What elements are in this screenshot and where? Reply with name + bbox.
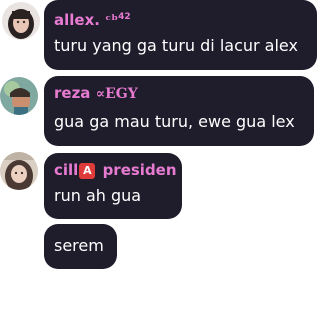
username[interactable]: allex. ᶜᵇ42 xyxy=(54,7,131,31)
chat-thread: allex. ᶜᵇ42 turu yang ga turu di lacur a… xyxy=(0,0,317,320)
message-text: gua ga mau turu, ewe gua lex xyxy=(54,112,295,131)
username-text: presiden xyxy=(102,161,177,179)
username-decoration: ᶜᵇ xyxy=(105,13,119,29)
message-bubble: cill A presiden run ah gua xyxy=(44,153,182,219)
username[interactable]: cill A presiden xyxy=(54,160,177,180)
username-decoration: ∝E𝐆Y xyxy=(95,86,138,102)
avatar-photo xyxy=(2,2,40,40)
message-bubble: allex. ᶜᵇ42 turu yang ga turu di lacur a… xyxy=(44,0,317,70)
badge-icon: A xyxy=(79,163,96,179)
username-text: allex. xyxy=(54,11,100,29)
username[interactable]: reza ∝E𝐆Y xyxy=(54,83,138,104)
message-text: run ah gua xyxy=(54,186,142,205)
message-bubble: reza ∝E𝐆Y gua ga mau turu, ewe gua lex xyxy=(44,76,314,146)
username-text: reza xyxy=(54,84,91,102)
avatar[interactable] xyxy=(0,77,38,115)
message-text: serem xyxy=(54,236,104,255)
username-prefix: cill xyxy=(54,161,79,179)
message-text: turu yang ga turu di lacur alex xyxy=(54,36,298,55)
avatar-photo xyxy=(0,152,38,190)
username-superscript: 42 xyxy=(118,12,131,22)
message-bubble: serem xyxy=(44,224,117,269)
avatar-photo xyxy=(0,77,38,115)
avatar[interactable] xyxy=(0,152,38,190)
avatar[interactable] xyxy=(2,2,40,40)
